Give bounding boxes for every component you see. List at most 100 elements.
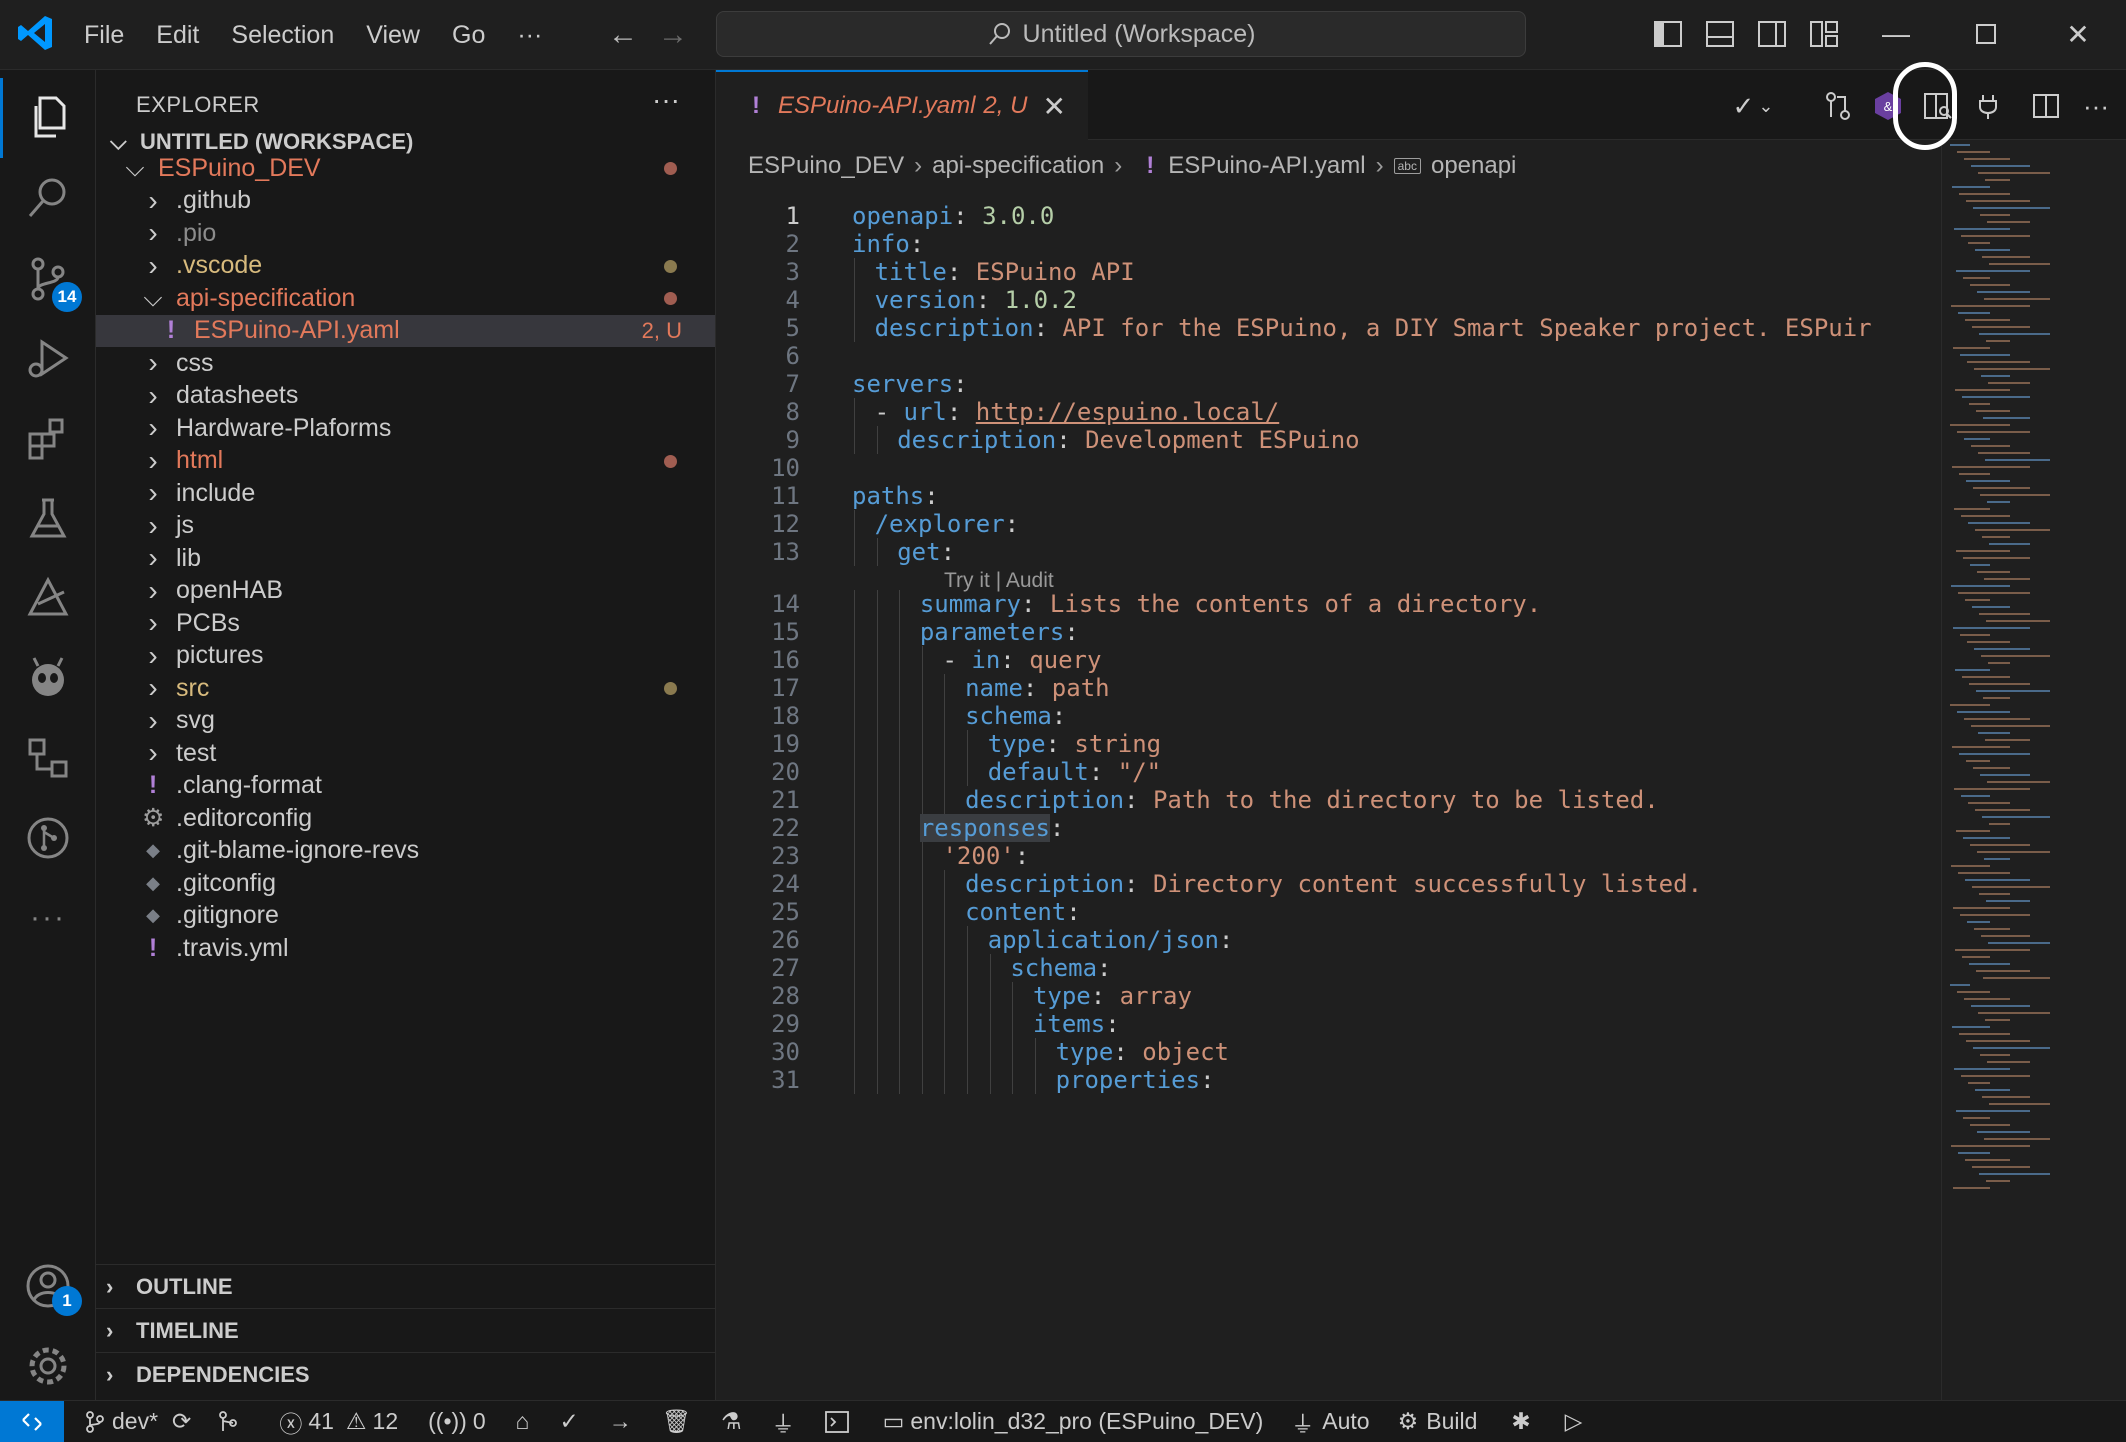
menu-item[interactable]: ··· [501, 21, 558, 50]
accounts-icon[interactable]: 1 [0, 1246, 96, 1326]
editor-more-actions-icon[interactable]: ··· [2078, 88, 2114, 124]
file-item[interactable]: ! .travis.yml [96, 932, 715, 964]
git-file-icon: ◆ [146, 872, 160, 893]
source-control-icon[interactable]: 14 [0, 238, 96, 318]
menu-bar: File Edit Selection View Go ··· [68, 0, 558, 70]
more-views-icon[interactable]: ··· [0, 878, 96, 958]
back-arrow-icon[interactable]: ← [608, 18, 638, 52]
checkmark-dropdown-icon[interactable]: ✓ ⌄ [1726, 88, 1780, 124]
folder-item[interactable]: › Hardware-Plaforms [96, 412, 715, 444]
code-editor[interactable]: 1 openapi: 3.0.0 2 info: 3 title: ESPuino API… [716, 198, 1941, 1400]
breadcrumb: ESPuino_DEV › api-specification › ! ESPu… [748, 146, 1516, 186]
menu-item[interactable]: Edit [140, 21, 215, 50]
split-editor-icon[interactable] [2028, 88, 2064, 124]
search-view-icon[interactable] [0, 158, 96, 238]
testing-flask-icon[interactable] [0, 478, 96, 558]
pio-build-check-icon[interactable]: ✓ [560, 1408, 579, 1435]
minimize-icon[interactable]: — [1876, 14, 1916, 54]
minimap-line [1955, 389, 2010, 391]
folder-item[interactable]: › openHAB [96, 575, 715, 607]
breadcrumb-folder[interactable]: ESPuino_DEV [748, 152, 904, 180]
folder-item[interactable]: › include [96, 477, 715, 509]
folder-item[interactable]: › PCBs [96, 607, 715, 639]
git-graph-status-icon[interactable] [217, 1410, 245, 1433]
tab-espuino-api-yaml[interactable]: ! ESPuino-API.yaml 2, U ✕ [716, 70, 1088, 140]
explorer-more-actions-icon[interactable]: ··· [652, 84, 680, 116]
breadcrumb-symbol[interactable]: openapi [1431, 152, 1516, 180]
menu-item[interactable]: Selection [215, 21, 350, 50]
menu-item[interactable]: File [68, 21, 140, 50]
platformio-alien-icon[interactable] [0, 638, 96, 718]
folder-item[interactable]: › src [96, 672, 715, 704]
git-graph-icon[interactable] [0, 798, 96, 878]
indent-guide [876, 814, 878, 842]
toggle-primary-sidebar-icon[interactable] [1652, 18, 1684, 50]
folder-item[interactable]: › .github [96, 185, 715, 217]
customize-layout-icon[interactable] [1808, 18, 1840, 50]
folder-item[interactable]: › lib [96, 542, 715, 574]
open-changes-icon[interactable] [1820, 88, 1856, 124]
file-item[interactable]: ! .clang-format [96, 770, 715, 802]
menu-item[interactable]: Go [436, 21, 501, 50]
toggle-secondary-sidebar-icon[interactable] [1756, 18, 1788, 50]
debug-bug-icon[interactable]: ✱ [1511, 1408, 1530, 1435]
forward-arrow-icon[interactable]: → [658, 18, 688, 52]
pio-env-selector[interactable]: ▭ env:lolin_d32_pro (ESPuino_DEV) [883, 1408, 1264, 1435]
extensions-icon[interactable] [0, 398, 96, 478]
folder-item[interactable]: ⌵ ESPuino_DEV [96, 152, 715, 184]
chevron-right-icon: › [148, 639, 158, 671]
dependencies-panel-header[interactable]: › DEPENDENCIES [96, 1352, 715, 1396]
sync-icon[interactable]: ⟳ [172, 1408, 191, 1435]
folder-item[interactable]: › html [96, 445, 715, 477]
timeline-panel-header[interactable]: › TIMELINE [96, 1308, 715, 1352]
folder-item[interactable]: ⌵ api-specification [96, 282, 715, 314]
toggle-panel-icon[interactable] [1704, 18, 1736, 50]
tools-icon[interactable] [0, 558, 96, 638]
pio-home-icon[interactable]: ⌂ [516, 1408, 530, 1435]
ports-status[interactable]: ((•)) 0 [428, 1408, 486, 1435]
build-button[interactable]: ⚙ Build [1398, 1408, 1478, 1435]
folder-item[interactable]: › .vscode [96, 250, 715, 282]
branch-status[interactable]: dev* [84, 1408, 158, 1435]
pio-test-flask-icon[interactable]: ⚗ [721, 1408, 742, 1435]
problems-status[interactable]: ⓧ 41 ⚠ 12 [279, 1405, 398, 1439]
folder-item[interactable]: › pictures [96, 639, 715, 672]
settings-gear-icon[interactable] [0, 1326, 96, 1406]
folder-item[interactable]: › css [96, 347, 715, 379]
minimap[interactable] [1941, 140, 2126, 1400]
folder-item[interactable]: › js [96, 510, 715, 542]
breadcrumb-file[interactable]: ESPuino-API.yaml [1168, 152, 1365, 180]
file-item[interactable]: ◆ .git-blame-ignore-revs [96, 835, 715, 867]
plug-icon[interactable] [1970, 88, 2006, 124]
command-center-search[interactable]: Untitled (Workspace) [716, 11, 1526, 57]
chevron-right-icon: › [148, 542, 158, 573]
remote-explorer-icon[interactable] [0, 718, 96, 798]
pio-clean-trash-icon[interactable]: 🗑 [662, 1408, 691, 1435]
close-window-icon[interactable]: ✕ [2058, 14, 2098, 54]
file-item[interactable]: ! ESPuino-API.yaml 2, U [96, 314, 715, 347]
pio-upload-arrow-icon[interactable]: → [609, 1408, 632, 1435]
close-tab-icon[interactable]: ✕ [1043, 90, 1066, 123]
minimap-line [1950, 704, 1990, 706]
file-item[interactable]: ◆ .gitignore [96, 900, 715, 932]
folder-item[interactable]: › .pio [96, 217, 715, 249]
vscode-logo-icon[interactable] [16, 13, 56, 53]
file-item[interactable]: ⚙ .editorconfig [96, 802, 715, 834]
code-token: type [987, 730, 1046, 758]
folder-item[interactable]: › test [96, 737, 715, 769]
run-play-icon[interactable]: ▷ [1565, 1408, 1583, 1435]
folder-item[interactable]: › datasheets [96, 380, 715, 412]
remote-indicator-icon[interactable] [0, 1400, 64, 1442]
run-debug-icon[interactable] [0, 318, 96, 398]
pio-serial-plug-icon[interactable]: ⏚ [772, 1405, 795, 1439]
menu-item[interactable]: View [350, 21, 436, 50]
folder-item[interactable]: › svg [96, 705, 715, 737]
breadcrumb-subfolder[interactable]: api-specification [932, 152, 1104, 180]
maximize-icon[interactable] [1966, 14, 2006, 54]
port-auto-selector[interactable]: ⏚ Auto [1291, 1405, 1369, 1439]
explorer-icon[interactable] [0, 78, 96, 158]
pio-terminal-icon[interactable] [824, 1410, 855, 1433]
indent-guide [854, 286, 855, 314]
file-item[interactable]: ◆ .gitconfig [96, 867, 715, 899]
outline-panel-header[interactable]: › OUTLINE [96, 1264, 715, 1308]
